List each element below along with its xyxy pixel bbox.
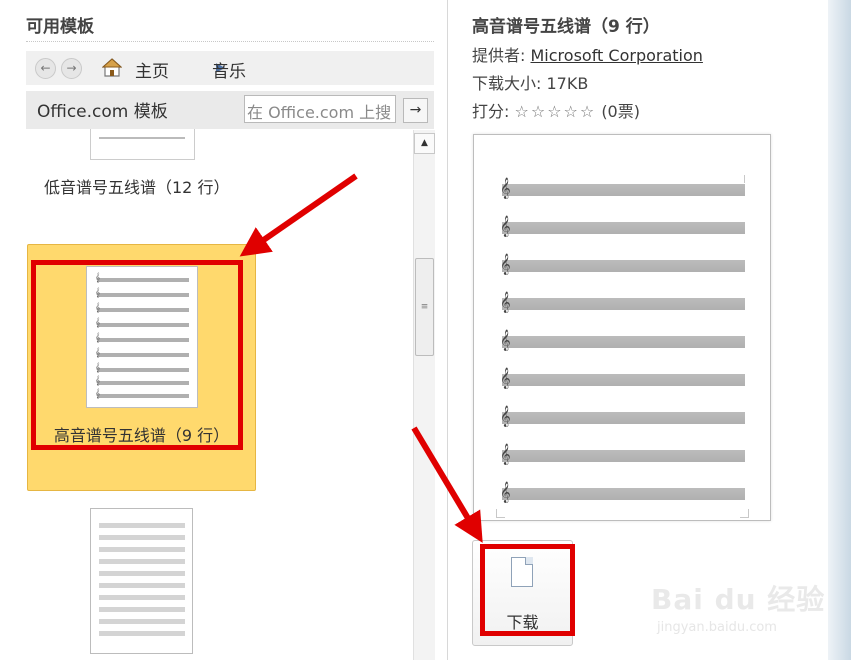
red-arrow-icon <box>411 426 483 543</box>
annotation-arrows <box>239 173 483 543</box>
watermark-url: jingyan.baidu.com <box>657 620 777 635</box>
red-arrow-icon <box>239 173 358 257</box>
watermark-logo: Bai du 经验 <box>651 583 826 616</box>
